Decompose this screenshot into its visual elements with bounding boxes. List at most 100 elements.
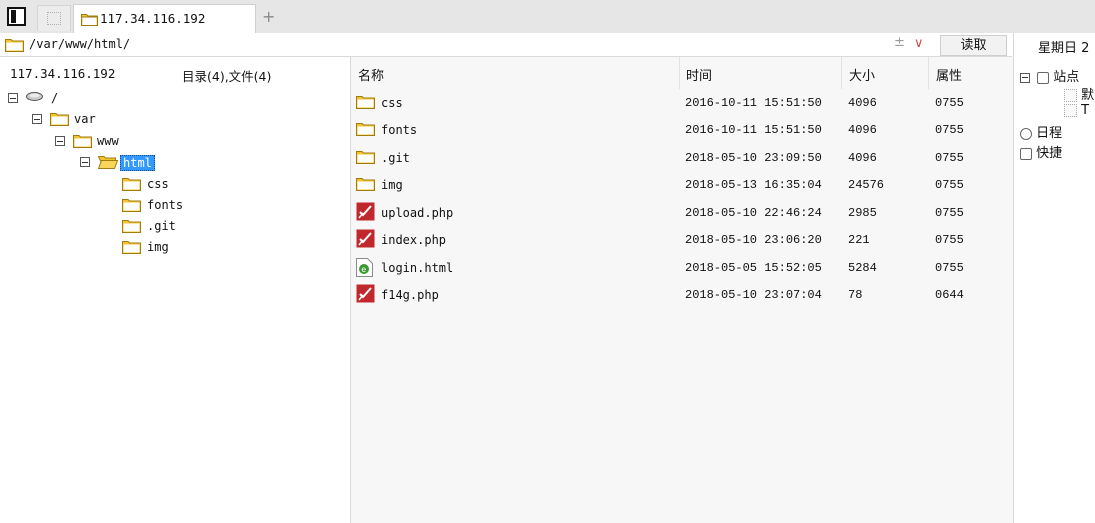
file-row[interactable]: .git 2018-05-10 23:09:50 4096 0755 bbox=[351, 145, 1013, 172]
file-row[interactable]: img 2018-05-13 16:35:04 24576 0755 bbox=[351, 172, 1013, 199]
collapse-icon[interactable] bbox=[1020, 72, 1030, 83]
site-icon bbox=[1064, 89, 1077, 102]
folder-icon bbox=[81, 14, 98, 26]
folder-icon bbox=[356, 96, 375, 109]
tree-node-css[interactable]: css bbox=[0, 175, 200, 195]
file-attr: 0755 bbox=[935, 151, 964, 165]
file-size: 24576 bbox=[848, 178, 885, 192]
folder-icon bbox=[356, 151, 375, 164]
column-header-name[interactable]: 名称 bbox=[358, 65, 384, 84]
column-divider[interactable] bbox=[679, 57, 680, 89]
folder-icon bbox=[122, 178, 141, 191]
tree-node-www[interactable]: www bbox=[0, 132, 200, 152]
file-name: f14g.php bbox=[381, 288, 439, 302]
tree-node-root[interactable]: / bbox=[0, 89, 200, 109]
file-row[interactable]: fonts 2016-10-11 15:51:50 4096 0755 bbox=[351, 117, 1013, 144]
tab-bar: 117.34.116.192 + bbox=[0, 0, 1095, 33]
file-time: 2018-05-10 22:46:24 bbox=[685, 206, 822, 220]
file-attr: 0755 bbox=[935, 261, 964, 275]
chevron-down-icon[interactable]: ∨ bbox=[914, 36, 924, 51]
file-size: 4096 bbox=[848, 151, 877, 165]
folder-icon bbox=[73, 135, 92, 148]
tree-node-html[interactable]: html bbox=[0, 153, 200, 173]
file-time: 2018-05-05 15:52:05 bbox=[685, 261, 822, 275]
date-label: 星期日 2 bbox=[1038, 41, 1090, 56]
file-row[interactable]: css 2016-10-11 15:51:50 4096 0755 bbox=[351, 90, 1013, 117]
file-name: login.html bbox=[381, 261, 454, 275]
panel-toggle-icon[interactable] bbox=[7, 7, 26, 26]
file-size: 221 bbox=[848, 233, 870, 247]
file-row[interactable]: index.php 2018-05-10 23:06:20 221 0755 bbox=[351, 227, 1013, 254]
file-size: 78 bbox=[848, 288, 863, 302]
site-item[interactable]: 默 bbox=[1064, 84, 1094, 103]
tree-label: img bbox=[147, 240, 169, 254]
php-file-icon bbox=[356, 202, 375, 221]
tab-active-host[interactable]: 117.34.116.192 bbox=[73, 4, 256, 33]
column-header-size[interactable]: 大小 bbox=[849, 65, 875, 84]
tree-header: 117.34.116.192 目录(4),文件(4) bbox=[0, 57, 350, 89]
file-time: 2016-10-11 15:51:50 bbox=[685, 123, 822, 137]
file-row[interactable]: e login.html 2018-05-05 15:52:05 5284 07… bbox=[351, 255, 1013, 282]
plus-minus-icon[interactable]: ± bbox=[894, 35, 905, 50]
site-icon bbox=[1064, 104, 1077, 117]
file-name: fonts bbox=[381, 123, 418, 137]
tree-label: var bbox=[74, 112, 96, 126]
file-name: img bbox=[381, 178, 403, 192]
file-name: upload.php bbox=[381, 206, 454, 220]
collapse-icon[interactable] bbox=[55, 136, 65, 146]
file-attr: 0755 bbox=[935, 123, 964, 137]
read-button[interactable]: 读取 bbox=[940, 35, 1007, 56]
tree-node-git[interactable]: .git bbox=[0, 217, 200, 237]
tree-label-selected: html bbox=[120, 155, 155, 171]
file-time: 2018-05-13 16:35:04 bbox=[685, 178, 822, 192]
file-attr: 0755 bbox=[935, 178, 964, 192]
folder-icon bbox=[356, 178, 375, 191]
collapse-icon[interactable] bbox=[32, 114, 42, 124]
folder-icon bbox=[122, 199, 141, 212]
file-row[interactable]: upload.php 2018-05-10 22:46:24 2985 0755 bbox=[351, 200, 1013, 227]
svg-text:e: e bbox=[361, 265, 366, 274]
collapse-icon[interactable] bbox=[80, 157, 90, 167]
schedule-icon bbox=[1020, 127, 1032, 140]
blank-tab[interactable] bbox=[37, 5, 71, 31]
site-item-label: 默 bbox=[1081, 88, 1095, 103]
file-list-header: 名称 时间 大小 属性 bbox=[351, 57, 1013, 89]
file-name: css bbox=[381, 96, 403, 110]
tree-node-fonts[interactable]: fonts bbox=[0, 196, 200, 216]
tree-label: www bbox=[97, 134, 119, 148]
schedule-node[interactable]: 日程 bbox=[1020, 122, 1062, 141]
site-item[interactable]: T bbox=[1064, 103, 1089, 118]
column-header-attr[interactable]: 属性 bbox=[936, 65, 962, 84]
folder-icon bbox=[122, 241, 141, 254]
file-time: 2018-05-10 23:06:20 bbox=[685, 233, 822, 247]
file-name: index.php bbox=[381, 233, 447, 247]
file-row[interactable]: f14g.php 2018-05-10 23:07:04 78 0644 bbox=[351, 282, 1013, 309]
file-time: 2018-05-10 23:07:04 bbox=[685, 288, 822, 302]
tree-node-var[interactable]: var bbox=[0, 110, 200, 130]
site-item-label: T bbox=[1081, 103, 1090, 118]
tree-node-img[interactable]: img bbox=[0, 238, 200, 258]
dir-file-count: 目录(4),文件(4) bbox=[182, 69, 272, 84]
sites-node[interactable]: 站点 bbox=[1020, 66, 1079, 85]
column-divider[interactable] bbox=[841, 57, 842, 89]
column-header-time[interactable]: 时间 bbox=[686, 65, 712, 84]
tree-label: .git bbox=[147, 219, 176, 233]
shortcut-node[interactable]: 快捷 bbox=[1020, 142, 1062, 161]
file-attr: 0644 bbox=[935, 288, 964, 302]
column-divider[interactable] bbox=[928, 57, 929, 89]
folder-icon bbox=[356, 123, 375, 136]
file-size: 2985 bbox=[848, 206, 877, 220]
folder-icon bbox=[122, 220, 141, 233]
new-tab-button[interactable]: + bbox=[262, 7, 275, 26]
schedule-label: 日程 bbox=[1036, 126, 1063, 141]
shortcut-label: 快捷 bbox=[1036, 146, 1063, 161]
path-input[interactable]: /var/www/html/ bbox=[29, 37, 130, 51]
file-size: 4096 bbox=[848, 96, 877, 110]
address-bar: /var/www/html/ ± ∨ 读取 bbox=[0, 33, 1012, 57]
sites-icon bbox=[1037, 71, 1050, 84]
file-attr: 0755 bbox=[935, 96, 964, 110]
php-file-icon bbox=[356, 229, 375, 248]
blank-tab-icon bbox=[47, 12, 61, 25]
file-list-pane: 名称 时间 大小 属性 css 2016-10-11 15:51:50 4096… bbox=[351, 57, 1013, 523]
collapse-icon[interactable] bbox=[8, 93, 18, 103]
